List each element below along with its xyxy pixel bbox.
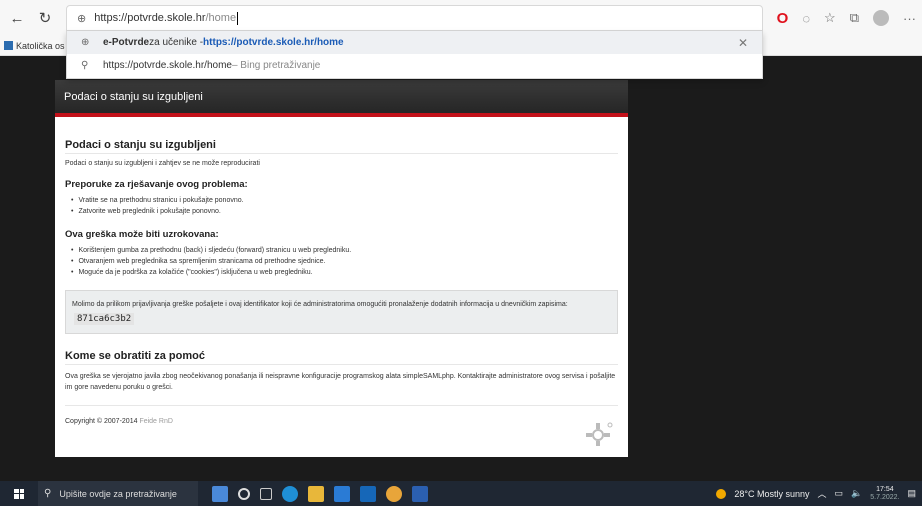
address-bar[interactable]: ⊕ https://potvrde.skole.hr/home [66,5,763,31]
task-view-icon[interactable] [260,487,272,500]
tracking-note-text: Molimo da prilikom prijavljivanja greške… [72,301,568,308]
list-item: Otvaranjem web preglednika sa spremljeni… [71,256,618,267]
taskbar-search-placeholder: Upišite ovdje za pretraživanje [59,488,177,499]
notification-icon[interactable]: ▤ [907,488,916,499]
help-text: Ova greška se vjerojatno javila zbog neo… [65,373,616,391]
taskbar: ⚲ Upišite ovdje za pretraživanje 28°C Mo… [0,481,922,506]
edge-icon[interactable] [282,485,298,502]
suggestion-item-site[interactable]: ⊕ e-Potvrde za učenike - https://potvrde… [67,31,762,54]
toolbar-right: O ◌ ☆ ⧉ ··· [777,0,916,36]
header-title: Podaci o stanju su izgubljeni [64,90,203,103]
list-item: Korištenjem gumba za prethodnu (back) i … [71,245,618,256]
chevron-up-icon[interactable]: ︿ [818,487,827,500]
bookmark-item[interactable]: Katolička os [16,41,65,51]
network-icon[interactable]: ▭ [835,488,844,499]
close-icon[interactable]: ✕ [738,36,748,50]
tracking-note: Molimo da prilikom prijavljivanja greške… [65,290,618,334]
page-title: Podaci o stanju su izgubljeni [65,139,618,154]
store-icon[interactable] [334,485,350,502]
search-icon: ⚲ [44,488,52,499]
volume-icon[interactable]: 🔈 [851,488,862,499]
footer-divider [65,405,618,406]
address-host: https://potvrde.skole.hr [94,12,206,24]
cortana-icon[interactable] [238,487,250,500]
tracking-id: 871ca6c3b2 [74,313,135,325]
causes-list: Korištenjem gumba za prethodnu (back) i … [71,245,618,278]
address-path: /home [205,12,237,24]
feide-link[interactable]: Feide RnD [139,418,172,425]
error-card: Podaci o stanju su izgubljeni Podaci o s… [55,117,628,457]
suggestion-title-rest: za učenike - [149,37,204,48]
system-tray: 28°C Mostly sunny ︿ ▭ 🔈 17:54 5.7.2022. … [716,481,916,506]
favorites-icon[interactable]: ☆ [824,10,836,26]
globe-icon: ⊕ [77,12,87,25]
suggestion-search-text: https://potvrde.skole.hr/home [103,60,232,71]
suggestion-search-suffix: – Bing pretraživanje [231,60,321,71]
recommend-list: Vratite se na prethodnu stranicu i pokuš… [71,195,618,217]
copyright: Copyright © 2007-2014 Feide RnD [65,418,618,425]
file-explorer-icon[interactable] [308,485,324,502]
simplesamlphp-logo-icon [586,422,613,446]
intro-text: Podaci o stanju su izgubljeni i zahtjev … [65,160,260,167]
windows-start-icon[interactable] [8,481,30,506]
suggestion-item-search[interactable]: ⚲ https://potvrde.skole.hr/home – Bing p… [67,54,762,77]
profile-avatar[interactable] [873,10,889,26]
help-heading: Kome se obratiti za pomoć [65,350,618,365]
more-menu-icon[interactable]: ··· [903,11,916,26]
taskbar-search[interactable]: ⚲ Upišite ovdje za pretraživanje [38,481,198,506]
word-icon[interactable] [412,485,428,502]
collections-icon[interactable]: ⧉ [850,10,859,26]
clock-time: 17:54 [876,485,894,493]
weather-icon [716,488,727,499]
mail-icon[interactable] [360,485,376,502]
globe-icon: ⊕ [81,37,90,48]
weather-text[interactable]: 28°C Mostly sunny [734,489,809,499]
causes-heading: Ova greška može biti uzrokovana: [65,229,219,240]
copyright-text: Copyright © 2007-2014 [65,418,140,425]
chrome-icon[interactable] [386,485,402,502]
extension-icon[interactable]: ◌ [802,11,810,26]
text-caret [237,11,239,25]
clock-date: 5.7.2022. [870,493,900,501]
taskbar-apps [212,485,428,502]
list-item: Vratite se na prethodnu stranicu i pokuš… [71,195,618,206]
recommend-heading: Preporuke za rješavanje ovog problema: [65,179,248,190]
card-header: Podaci o stanju su izgubljeni [55,80,628,113]
search-icon: ⚲ [81,60,89,71]
list-item: Zatvorite web preglednik i pokušajte pon… [71,206,618,217]
bookmark-icon [4,41,13,50]
refresh-icon[interactable]: ↻ [34,7,56,29]
address-suggestions: ⊕ e-Potvrde za učenike - https://potvrde… [66,31,763,79]
widgets-icon[interactable] [212,485,228,502]
back-arrow-icon[interactable]: ← [6,7,28,29]
suggestion-url: https://potvrde.skole.hr/home [203,37,344,48]
list-item: Moguće da je podrška za kolačiće ("cooki… [71,267,618,278]
suggestion-title-bold: e-Potvrde [103,37,150,48]
opera-icon[interactable]: O [777,10,789,27]
clock[interactable]: 17:54 5.7.2022. [870,486,899,502]
